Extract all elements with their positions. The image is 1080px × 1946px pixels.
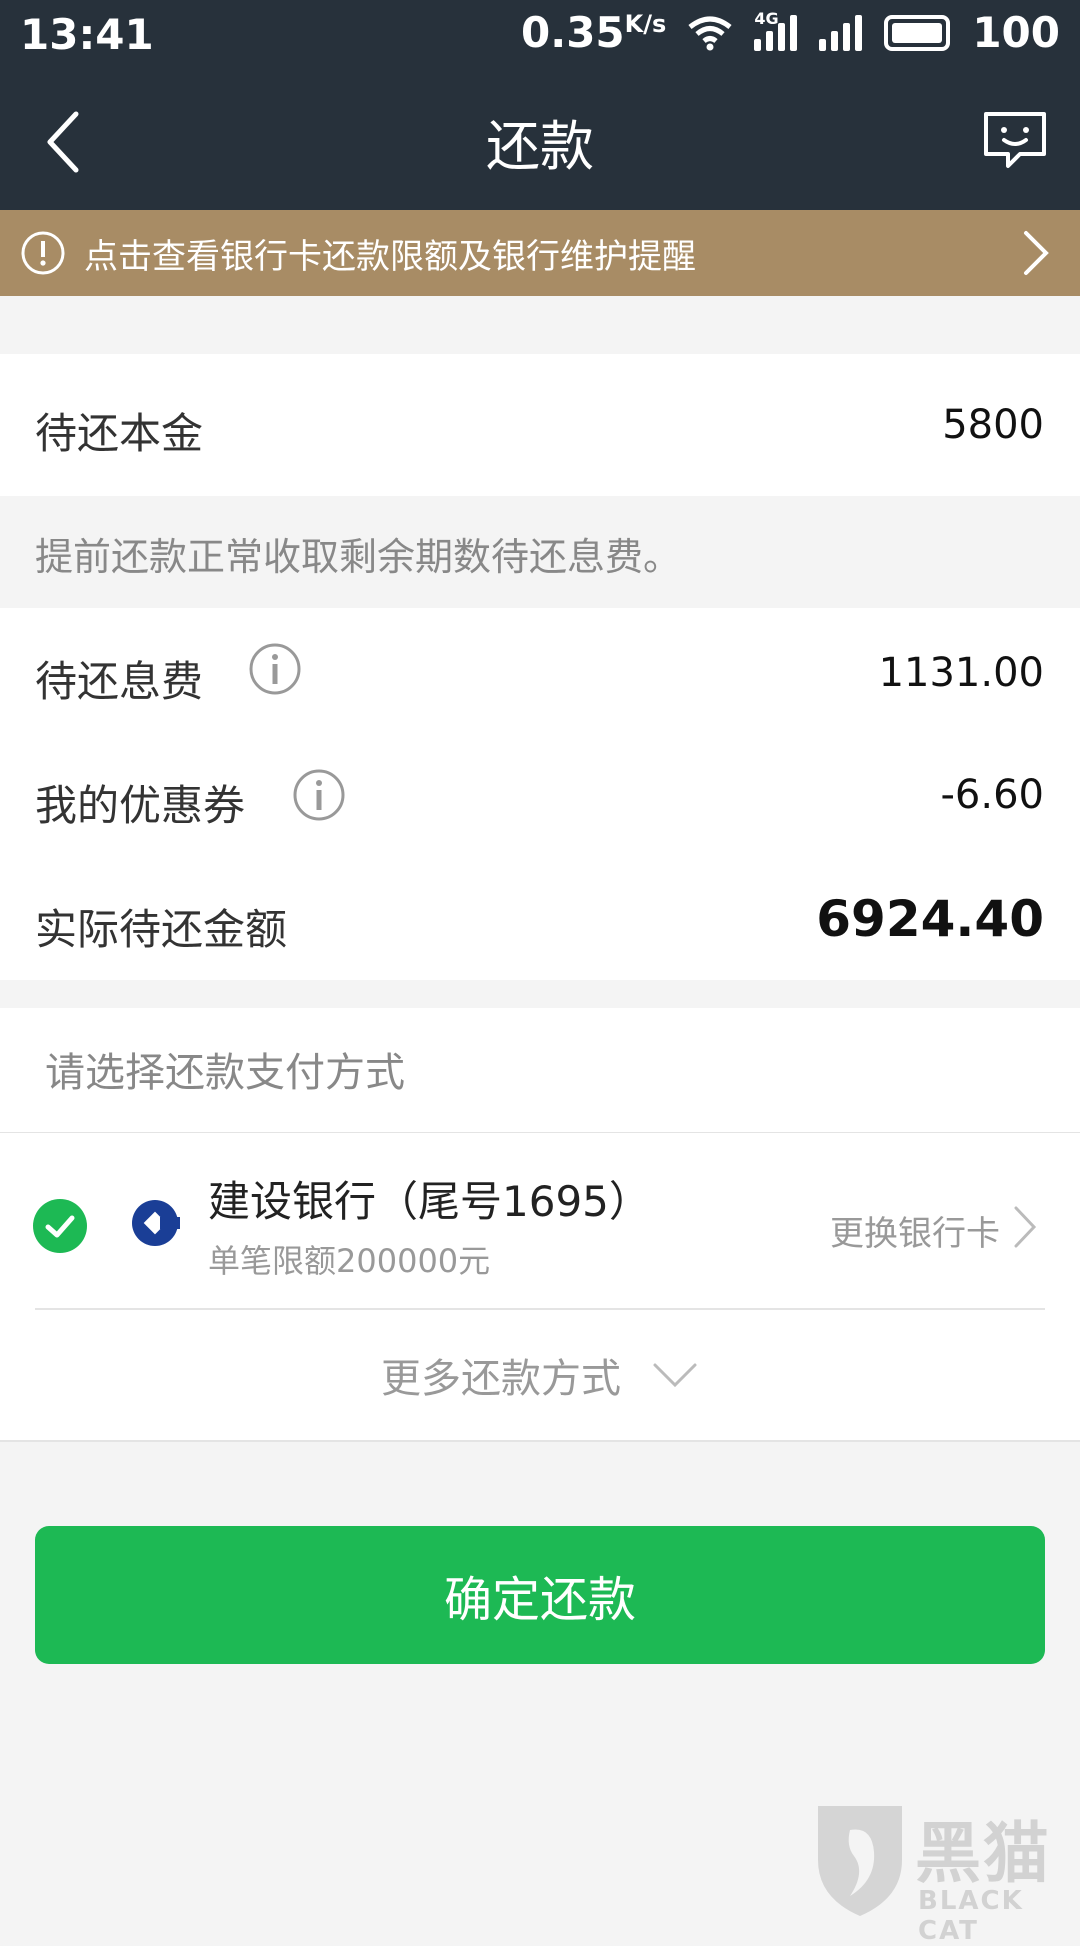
black-cat-shield-icon <box>818 1806 902 1916</box>
divider <box>0 1440 1080 1442</box>
signal-icon <box>819 14 863 51</box>
total-value: 6924.40 <box>816 890 1044 948</box>
network-speed-value: 0.35 <box>521 8 625 57</box>
signal-4g-icon: 4G <box>754 9 798 51</box>
coupon-value: -6.60 <box>940 772 1045 818</box>
status-right: 0.35K/s 4G 100 <box>521 8 1060 57</box>
more-payment-label: 更多还款方式 <box>381 1356 621 1402</box>
more-payment-methods[interactable]: 更多还款方式 <box>0 1310 1080 1440</box>
total-label: 实际待还金额 <box>35 905 288 954</box>
top-bar: 13:41 0.35K/s 4G 100 还款 <box>0 0 1080 210</box>
interest-value: 1131.00 <box>878 650 1044 696</box>
chevron-down-icon <box>653 1363 697 1388</box>
amount-section: 待还息费 1131.00 我的优惠券 -6.60 实际待还金额 6924.40 <box>0 608 1080 980</box>
watermark-subtext: BLACK CAT <box>918 1886 1024 1946</box>
page-title: 还款 <box>486 115 594 178</box>
change-card-link[interactable]: 更换银行卡 <box>830 1206 1000 1255</box>
bank-limit: 单笔限额200000元 <box>208 1242 491 1280</box>
battery-icon <box>884 14 951 51</box>
coupon-label: 我的优惠券 <box>35 781 246 830</box>
notice-banner[interactable]: 点击查看银行卡还款限额及银行维护提醒 <box>0 210 1080 296</box>
network-speed-unit: K/s <box>624 10 667 38</box>
watermark-text: 黑猫 <box>915 1815 1051 1892</box>
bank-card-option[interactable]: 建设银行（尾号1695） 单笔限额200000元 更换银行卡 <box>0 1134 1080 1314</box>
black-cat-watermark: 黑猫 BLACK CAT <box>810 1800 1080 1946</box>
ccb-bank-logo-icon <box>132 1200 180 1246</box>
prepay-hint: 提前还款正常收取剩余期数待还息费。 <box>0 496 1080 608</box>
selected-check-icon <box>33 1199 87 1253</box>
payment-header: 请选择还款支付方式 <box>45 1050 405 1096</box>
feedback-icon[interactable] <box>980 106 1050 176</box>
interest-info-icon[interactable] <box>248 642 302 696</box>
principal-label: 待还本金 <box>35 409 204 458</box>
notice-text: 点击查看银行卡还款限额及银行维护提醒 <box>84 236 696 277</box>
payment-section: 请选择还款支付方式 建设银行（尾号1695） 单笔限额200000元 更换银行卡… <box>0 1008 1080 1440</box>
principal-row: 待还本金 5800 <box>0 354 1080 497</box>
nav-bar: 还款 <box>0 80 1080 200</box>
wifi-icon <box>688 16 732 50</box>
battery-level: 100 <box>972 8 1060 57</box>
network-type-label: 4G <box>754 8 779 28</box>
chevron-right-icon <box>1014 1206 1037 1248</box>
status-bar: 13:41 0.35K/s 4G 100 <box>0 0 1080 70</box>
interest-label: 待还息费 <box>35 657 204 706</box>
network-speed: 0.35K/s <box>521 8 666 57</box>
chevron-right-icon <box>1024 231 1049 275</box>
confirm-repay-button[interactable]: 确定还款 <box>35 1526 1045 1664</box>
prepay-hint-text: 提前还款正常收取剩余期数待还息费。 <box>35 535 682 579</box>
alert-icon <box>21 231 65 275</box>
divider <box>0 1132 1080 1133</box>
bank-name: 建设银行（尾号1695） <box>208 1177 651 1226</box>
coupon-info-icon[interactable] <box>292 768 346 822</box>
status-time: 13:41 <box>20 10 154 59</box>
principal-value: 5800 <box>942 402 1044 448</box>
